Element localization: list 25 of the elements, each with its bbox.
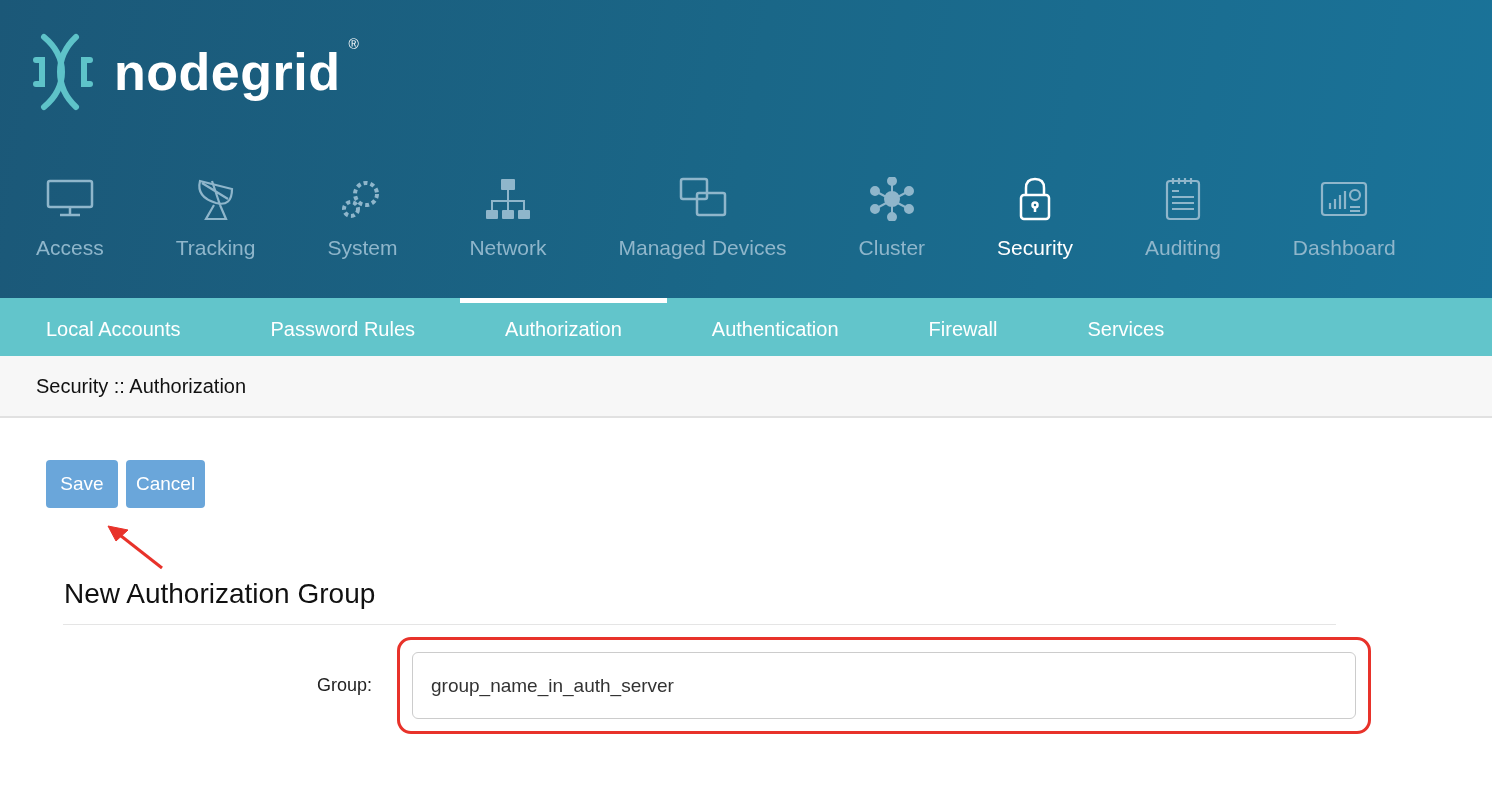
nav-item[interactable]: Network [469,177,547,260]
nav-item[interactable]: Access [36,177,104,260]
cluster-icon [867,177,916,221]
nav-item[interactable]: Security [997,177,1073,260]
sub-nav-tab[interactable]: Local Accounts [0,298,226,356]
field-label: Group: [315,675,372,696]
network-icon [483,177,532,221]
input-field[interactable]: group_name_in_auth_server [412,652,1356,719]
logo-wordmark: nodegrid [114,42,341,102]
nav-item[interactable]: Cluster [858,177,926,260]
sub-nav-tab[interactable]: Authentication [666,298,884,356]
trademark-symbol: ® [348,36,359,52]
nav-item[interactable]: Auditing [1144,177,1221,260]
action-button[interactable]: Save [46,460,118,508]
nav-item[interactable]: Tracking [175,177,256,260]
nav-item[interactable]: System [327,177,398,260]
nav-item[interactable]: Dashboard [1292,177,1396,260]
sub-nav-tab[interactable]: Firewall [883,298,1043,356]
sub-nav-tab[interactable]: Services [1042,298,1210,356]
nav-item[interactable]: Managed Devices [618,177,787,260]
logo-icon [32,32,94,112]
sub-nav-tab[interactable]: Password Rules [225,298,461,356]
breadcrumb: Security :: Authorization [36,374,247,398]
action-button[interactable]: Cancel [126,460,206,508]
form-title: New Authorization Group [64,578,377,610]
